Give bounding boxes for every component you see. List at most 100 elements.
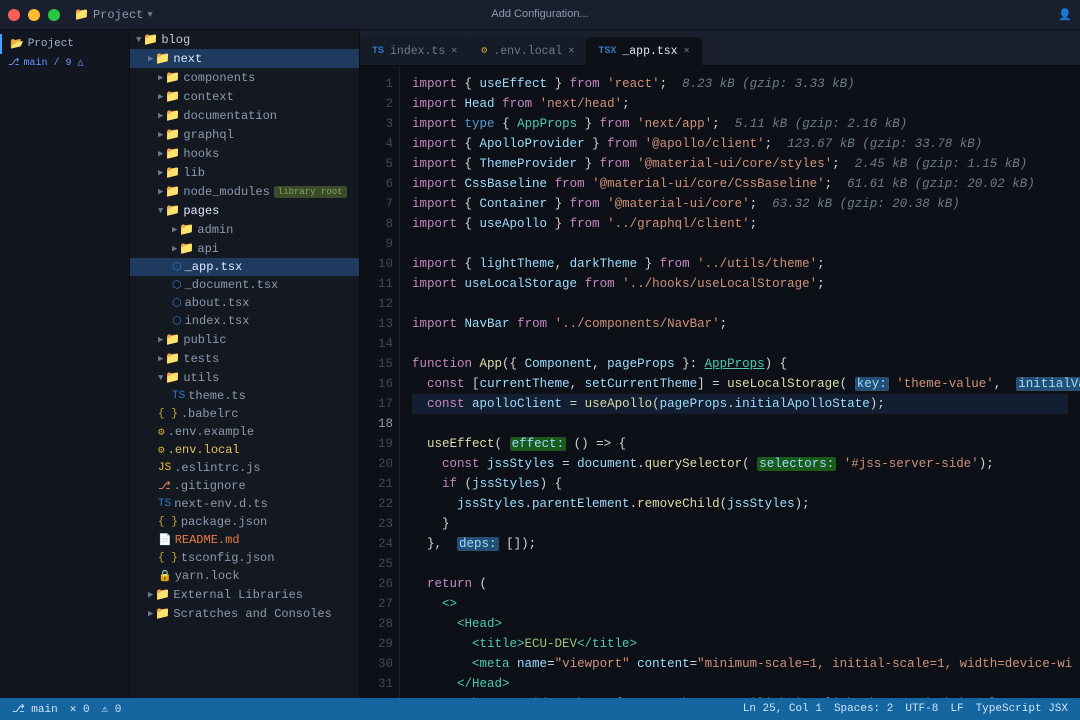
folder-icon: 📁: [155, 51, 170, 66]
code-line: import { useApollo } from '../graphql/cl…: [412, 214, 1068, 234]
tree-item-yarn-lock[interactable]: 🔒 yarn.lock: [130, 567, 359, 585]
tab-close-icon[interactable]: ✕: [451, 45, 457, 57]
sidebar: ▼ 📁 blog ▶ 📁 next ▶ 📁 components ▶ 📁 con…: [130, 30, 360, 698]
tree-item-external-libs[interactable]: ▶ 📁 External Libraries: [130, 585, 359, 604]
chevron-right-icon: ▶: [148, 54, 153, 64]
code-line: [412, 234, 1068, 254]
git-icon: ⎇: [12, 704, 25, 716]
chevron-right-icon: ▶: [158, 92, 163, 102]
code-line: import { lightTheme, darkTheme } from '.…: [412, 254, 1068, 274]
tree-item-about-tsx[interactable]: ⬡ about.tsx: [130, 294, 359, 312]
status-bar-right: Ln 25, Col 1 Spaces: 2 UTF-8 LF TypeScri…: [743, 703, 1068, 715]
tree-item-lib[interactable]: ▶ 📁 lib: [130, 163, 359, 182]
chevron-down-icon: ▼: [147, 10, 152, 20]
tree-item-admin[interactable]: ▶ 📁 admin: [130, 220, 359, 239]
git-icon: ⎇: [8, 57, 20, 69]
js-icon: JS: [158, 462, 171, 474]
tree-item-graphql[interactable]: ▶ 📁 graphql: [130, 125, 359, 144]
git-branch-status[interactable]: ⎇ main: [12, 702, 58, 716]
env-icon: ⚙: [158, 425, 165, 439]
chevron-down-icon: ▼: [136, 35, 141, 45]
tree-item-components[interactable]: ▶ 📁 components: [130, 68, 359, 87]
tree-item-public[interactable]: ▶ 📁 public: [130, 330, 359, 349]
code-line: const [currentTheme, setCurrentTheme] = …: [412, 374, 1068, 394]
warning-icon: ⚠: [102, 704, 109, 716]
chevron-right-icon: ▶: [148, 609, 153, 619]
code-line: <>: [412, 594, 1068, 614]
activity-project[interactable]: 📂 Project: [0, 34, 129, 54]
folder-icon: 📁: [165, 370, 180, 385]
cursor-position[interactable]: Ln 25, Col 1: [743, 703, 822, 715]
git-icon: ⎇: [158, 479, 171, 493]
tree-item-app-tsx[interactable]: ⬡ _app.tsx: [130, 258, 359, 276]
tree-item-tests[interactable]: ▶ 📁 tests: [130, 349, 359, 368]
title-right: 👤: [806, 8, 1072, 22]
code-line: function App({ Component, pageProps }: A…: [412, 354, 1068, 374]
folder-icon: 📁: [165, 146, 180, 161]
tree-item-next-env[interactable]: TS next-env.d.ts: [130, 495, 359, 513]
tsx-icon: ⬡: [172, 314, 182, 328]
code-line: useEffect( effect: () => {: [412, 434, 1068, 454]
warning-count[interactable]: ⚠ 0: [102, 702, 122, 716]
code-editor[interactable]: import { useEffect } from 'react'; 8.23 …: [400, 66, 1080, 698]
folder-icon: 📁: [165, 203, 180, 218]
add-configuration-button[interactable]: Add Configuration...: [491, 8, 588, 20]
code-line: }: [412, 514, 1068, 534]
code-line: [412, 294, 1068, 314]
editor-area: TS index.ts ✕ ⚙ .env.local ✕ TSX _app.ts…: [360, 30, 1080, 698]
tree-item-document-tsx[interactable]: ⬡ _document.tsx: [130, 276, 359, 294]
tree-item-env-local[interactable]: ⚙ .env.local: [130, 441, 359, 459]
tree-item-env-example[interactable]: ⚙ .env.example: [130, 423, 359, 441]
tree-item-package-json[interactable]: { } package.json: [130, 513, 359, 531]
chevron-down-icon: ▼: [158, 373, 163, 383]
tree-item-readme[interactable]: 📄 README.md: [130, 531, 359, 549]
language-mode[interactable]: TypeScript JSX: [976, 703, 1068, 715]
folder-icon: 📁: [165, 89, 180, 104]
chevron-right-icon: ▶: [158, 130, 163, 140]
encoding[interactable]: UTF-8: [905, 703, 938, 715]
code-line: [412, 414, 1068, 434]
line-numbers: 12345 678910 1112131415 1617181920 21222…: [360, 66, 400, 698]
tab-env-local[interactable]: ⚙ .env.local ✕: [469, 37, 586, 65]
folder-icon: 📁: [165, 108, 180, 123]
tree-item-blog[interactable]: ▼ 📁 blog: [130, 30, 359, 49]
tree-item-hooks[interactable]: ▶ 📁 hooks: [130, 144, 359, 163]
tab-close-icon[interactable]: ✕: [568, 45, 574, 57]
code-line: [412, 554, 1068, 574]
tree-item-scratches[interactable]: ▶ 📁 Scratches and Consoles: [130, 604, 359, 623]
code-line: [412, 334, 1068, 354]
folder-icon: 📁: [143, 32, 158, 47]
code-line: const jssStyles = document.querySelector…: [412, 454, 1068, 474]
tab-index-ts[interactable]: TS index.ts ✕: [360, 37, 469, 65]
tree-item-api[interactable]: ▶ 📁 api: [130, 239, 359, 258]
tree-item-eslintrc[interactable]: JS .eslintrc.js: [130, 459, 359, 477]
tree-item-index-tsx[interactable]: ⬡ index.tsx: [130, 312, 359, 330]
tab-close-icon[interactable]: ✕: [684, 45, 690, 57]
tree-item-tsconfig[interactable]: { } tsconfig.json: [130, 549, 359, 567]
tree-item-context[interactable]: ▶ 📁 context: [130, 87, 359, 106]
chevron-right-icon: ▶: [172, 244, 177, 254]
folder-icon: 📁: [179, 222, 194, 237]
code-line: <meta name="viewport" content="minimum-s…: [412, 654, 1068, 674]
minimize-window-button[interactable]: [28, 9, 40, 21]
error-count[interactable]: ✕ 0: [70, 702, 90, 716]
tree-item-next[interactable]: ▶ 📁 next: [130, 49, 359, 68]
line-ending[interactable]: LF: [950, 703, 963, 715]
tree-item-utils[interactable]: ▼ 📁 utils: [130, 368, 359, 387]
tsx-file-icon: TSX: [598, 46, 616, 57]
folder-icon: 📁: [179, 241, 194, 256]
main-area: 📂 Project ⎇ main / 9 △ ▼ 📁 blog ▶ 📁 next…: [0, 30, 1080, 698]
tree-item-pages[interactable]: ▼ 📁 pages: [130, 201, 359, 220]
code-line: import useLocalStorage from '../hooks/us…: [412, 274, 1068, 294]
maximize-window-button[interactable]: [48, 9, 60, 21]
env-icon: ⚙: [158, 443, 165, 457]
tab-app-tsx[interactable]: TSX _app.tsx ✕: [586, 37, 701, 65]
tree-item-gitignore[interactable]: ⎇ .gitignore: [130, 477, 359, 495]
tree-item-theme-ts[interactable]: TS theme.ts: [130, 387, 359, 405]
spaces-setting[interactable]: Spaces: 2: [834, 703, 893, 715]
tree-item-babelrc[interactable]: { } .babelrc: [130, 405, 359, 423]
tree-item-documentation[interactable]: ▶ 📁 documentation: [130, 106, 359, 125]
tree-item-node-modules[interactable]: ▶ 📁 node_modules library root: [130, 182, 359, 201]
library-root-badge: library root: [274, 186, 347, 198]
close-window-button[interactable]: [8, 9, 20, 21]
